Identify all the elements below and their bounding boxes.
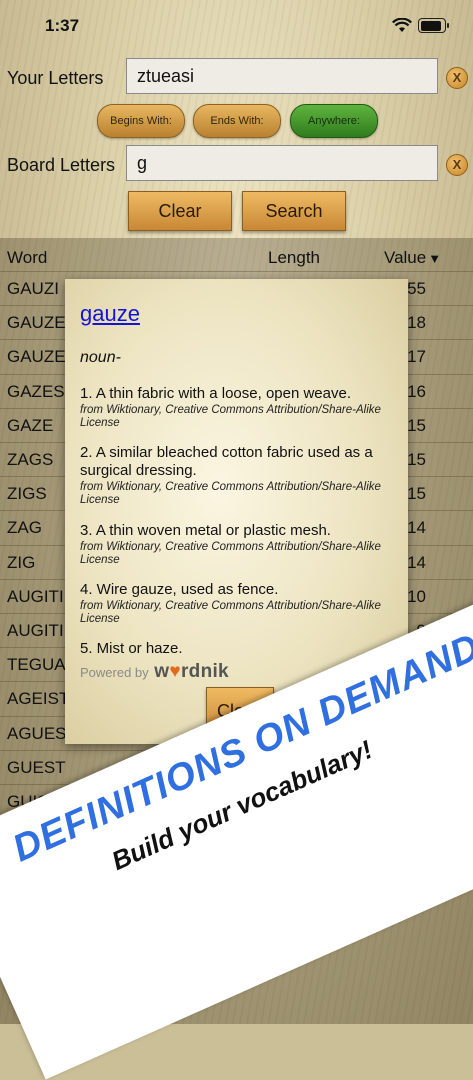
word-cell: AGUES (7, 723, 67, 743)
begins-with-button[interactable]: Begins With: (97, 104, 185, 138)
word-cell: GUEST (7, 757, 66, 777)
definition-item: 1. A thin fabric with a loose, open weav… (80, 385, 398, 430)
definition-source: from Wiktionary, Creative Commons Attrib… (80, 600, 381, 625)
clear-your-letters-icon[interactable]: X (446, 67, 468, 89)
definition-source: from Wiktionary, Creative Commons Attrib… (80, 481, 381, 506)
definition-text: 1. A thin fabric with a loose, open weav… (80, 385, 352, 402)
definition-text: 5. Mist or haze. (80, 640, 183, 657)
board-letters-input[interactable] (126, 145, 438, 181)
column-header-word[interactable]: Word (7, 248, 47, 268)
word-cell: ZIG (7, 552, 36, 572)
word-cell: GAUZI (7, 279, 59, 298)
wordnik-logo: w♥rdnik (154, 661, 229, 682)
word-cell: AGEIST (7, 689, 70, 709)
word-cell: TEGUA (7, 655, 66, 675)
column-header-value[interactable]: Value ▼ (384, 248, 441, 268)
status-time: 1:37 (45, 16, 80, 35)
value-cell: 15 (407, 415, 426, 435)
value-cell: 16 (407, 381, 426, 401)
column-header-length[interactable]: Length (268, 248, 320, 268)
board-letters-label: Board Letters (7, 155, 116, 175)
definition-item: 4. Wire gauze, used as fence. from Wikti… (80, 581, 398, 626)
value-cell: 15 (407, 484, 426, 504)
sort-descending-icon: ▼ (428, 251, 442, 266)
definition-source: from Wiktionary, Creative Commons Attrib… (80, 541, 381, 566)
anywhere-button[interactable]: Anywhere: (290, 104, 378, 138)
definition-word-link[interactable]: gauze (80, 301, 140, 327)
clear-button[interactable]: Clear (128, 191, 232, 231)
battery-icon (418, 18, 449, 33)
word-cell: ZAGS (7, 450, 54, 469)
definition-item: 3. A thin woven metal or plastic mesh. f… (80, 522, 398, 567)
part-of-speech: noun- (80, 349, 121, 366)
definition-text: 4. Wire gauze, used as fence. (80, 581, 279, 598)
value-cell: 15 (407, 450, 426, 469)
wifi-icon (392, 18, 412, 32)
status-bar: 1:37 (0, 0, 473, 50)
value-cell: 17 (407, 347, 426, 367)
value-cell: 14 (407, 552, 426, 572)
search-button[interactable]: Search (242, 191, 346, 231)
word-cell: AUGITI (7, 586, 64, 606)
value-cell: 14 (407, 518, 426, 538)
column-header-value-label: Value (384, 248, 427, 267)
definition-text: 3. A thin woven metal or plastic mesh. (80, 522, 331, 539)
powered-by-wordnik[interactable]: Powered by w♥rdnik (80, 661, 229, 683)
powered-by-label: Powered by (80, 665, 149, 680)
word-cell: GAZE (7, 415, 54, 435)
word-cell: GAUZE (7, 313, 66, 333)
heart-icon: ♥ (169, 661, 181, 682)
word-cell: ZIGS (7, 484, 47, 504)
definition-text: 2. A similar bleached cotton fabric used… (80, 444, 373, 479)
your-letters-label: Your Letters (7, 68, 104, 88)
definition-source: from Wiktionary, Creative Commons Attrib… (80, 404, 381, 429)
your-letters-input[interactable] (126, 58, 438, 94)
word-cell: GAUZE (7, 347, 66, 367)
word-cell: GAZES (7, 381, 65, 401)
word-cell: ZAG (7, 518, 42, 538)
value-cell: 10 (407, 586, 426, 606)
value-cell: 18 (407, 313, 426, 333)
definition-item: 2. A similar bleached cotton fabric used… (80, 444, 398, 507)
value-cell: 55 (407, 279, 426, 298)
definition-item: 5. Mist or haze. (80, 640, 398, 658)
clear-board-letters-icon[interactable]: X (446, 154, 468, 176)
word-cell: AUGITI (7, 621, 64, 640)
ends-with-button[interactable]: Ends With: (193, 104, 281, 138)
